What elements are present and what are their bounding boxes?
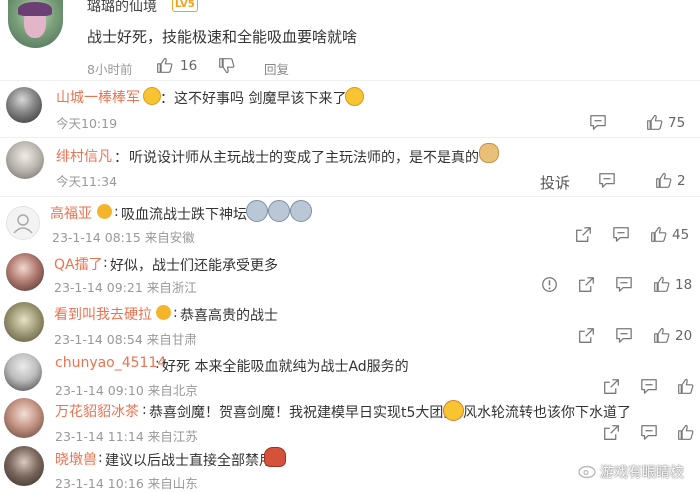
skull-emoji-icon	[268, 200, 290, 222]
comment-sep: ：	[160, 91, 174, 107]
comment-sep: :	[98, 450, 103, 466]
avatar[interactable]	[6, 253, 44, 291]
comment-icon[interactable]	[615, 276, 633, 293]
comment-sep: ：	[114, 150, 128, 166]
cry-emoji-icon	[143, 87, 161, 105]
thumbs-up-icon[interactable]	[650, 226, 667, 243]
like-count: 75	[668, 115, 686, 131]
comment-sep: :	[103, 255, 108, 271]
commenter-name[interactable]: 晓墩兽	[55, 449, 97, 469]
username[interactable]: 璐璐的仙境	[87, 0, 157, 16]
divider	[0, 80, 700, 81]
sweat-emoji-icon	[345, 87, 364, 106]
divider	[0, 196, 700, 197]
thumbs-up-icon[interactable]	[646, 114, 663, 131]
hat-emoji-icon	[264, 447, 286, 467]
share-icon[interactable]	[603, 378, 620, 395]
divider	[0, 137, 700, 138]
comment-sep: :	[173, 305, 178, 321]
like-count: 45	[672, 227, 690, 243]
post-time: 8小时前	[87, 62, 133, 77]
level-badge: LV5	[172, 0, 198, 12]
reply-button[interactable]: 回复	[264, 59, 289, 78]
comment-text: 听说设计师从主玩战士的变成了主玩法师的，是不是真的	[129, 150, 479, 166]
comment-time: 今天10:19	[56, 116, 118, 131]
thumbs-up-icon[interactable]	[655, 172, 672, 189]
comment-text: 好死 本来全能吸血就纯为战士Ad服务的	[162, 359, 409, 375]
commenter-name[interactable]: 绯村信凡	[56, 146, 112, 166]
comment-sep: :	[142, 402, 147, 418]
commenter-name[interactable]: QA擂了	[54, 254, 103, 274]
comment-time: 23-1-14 10:16 来自山东	[55, 476, 198, 491]
avatar[interactable]	[4, 353, 42, 391]
comment-text: 建议以后战士直接全部禁用	[105, 453, 273, 469]
like-count: 18	[675, 277, 693, 293]
kiss-emoji-icon	[443, 400, 464, 421]
share-icon[interactable]	[603, 424, 620, 441]
share-icon[interactable]	[578, 276, 595, 293]
watermark: 游戏有眼睛校	[600, 465, 684, 481]
comment-time: 23-1-14 08:15 来自安徽	[52, 230, 195, 245]
comment-icon[interactable]	[598, 172, 616, 189]
thumbs-up-icon[interactable]	[156, 57, 173, 74]
comment-text: 恭喜高贵的战士	[180, 308, 278, 324]
thumbs-down-icon[interactable]	[218, 57, 235, 74]
dog-emoji-icon	[479, 143, 499, 163]
comment-text: 这不好事吗 剑魔早该下来了	[174, 91, 347, 107]
avatar[interactable]	[8, 0, 63, 48]
comment-sep: :	[114, 204, 119, 220]
thumbs-up-icon[interactable]	[653, 327, 670, 344]
comment-icon[interactable]	[640, 424, 658, 441]
like-count: 2	[677, 173, 686, 189]
avatar[interactable]	[4, 446, 44, 486]
comment-text: 好似，战士们还能承受更多	[110, 258, 278, 274]
commenter-name[interactable]: 高福亚	[50, 203, 92, 223]
comment-icon[interactable]	[589, 114, 607, 131]
commenter-name[interactable]: 看到叫我去硬拉	[54, 304, 152, 324]
post-text: 战士好死，技能极速和全能吸血要啥就啥	[87, 28, 358, 46]
skull-emoji-icon	[246, 200, 268, 222]
like-count: 20	[675, 328, 693, 344]
share-icon[interactable]	[578, 327, 595, 344]
post-like-count: 16	[180, 58, 198, 74]
weibo-logo-icon	[578, 465, 596, 479]
avatar[interactable]	[4, 398, 44, 438]
commenter-name[interactable]: chunyao_45114	[55, 355, 166, 371]
comment-time: 23-1-14 08:54 来自甘肃	[54, 332, 197, 347]
commenter-name[interactable]: 万花貂貂冰茶	[55, 401, 139, 421]
thumbs-up-icon[interactable]	[677, 424, 694, 441]
comment-icon[interactable]	[615, 327, 633, 344]
avatar[interactable]	[6, 87, 42, 123]
comment-time: 23-1-14 09:10 来自北京	[55, 383, 198, 398]
crown-icon	[156, 305, 171, 320]
comment-text: 恭喜剑魔！贺喜剑魔！我祝建模早日实现t5大团圆	[149, 405, 458, 421]
info-icon[interactable]	[541, 276, 558, 293]
commenter-name[interactable]: 山城一棒棒军	[56, 87, 140, 107]
comment-time: 23-1-14 09:21 来自浙江	[54, 280, 197, 295]
share-icon[interactable]	[575, 226, 592, 243]
thumbs-up-icon[interactable]	[677, 378, 694, 395]
report-button[interactable]: 投诉	[540, 172, 570, 193]
avatar[interactable]	[6, 206, 40, 240]
comment-sep: :	[155, 356, 160, 372]
comment-time: 23-1-14 11:14 来自江苏	[55, 429, 198, 444]
crown-icon	[97, 204, 112, 219]
avatar[interactable]	[6, 141, 44, 179]
comment-time: 今天11:34	[56, 174, 118, 189]
comment-icon[interactable]	[640, 378, 658, 395]
avatar[interactable]	[4, 302, 44, 342]
comment-text-continued: 风水轮流转也该你下水道了	[463, 405, 631, 421]
comment-text: 吸血流战士跌下神坛	[121, 207, 247, 223]
comment-icon[interactable]	[612, 226, 630, 243]
skull-emoji-icon	[290, 200, 312, 222]
default-avatar-icon	[13, 214, 33, 234]
thumbs-up-icon[interactable]	[653, 276, 670, 293]
